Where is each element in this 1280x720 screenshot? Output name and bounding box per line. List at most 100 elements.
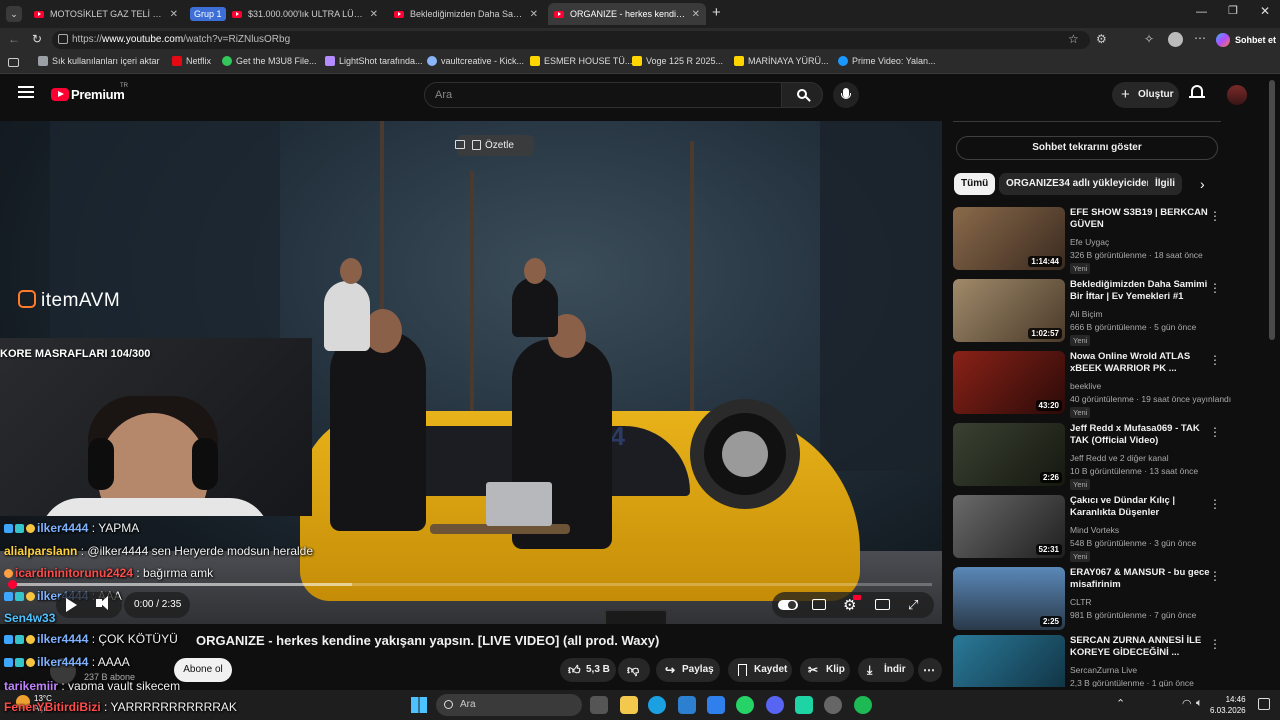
volume-tray-icon[interactable]: 🔈︎ [1196, 697, 1203, 710]
bookmark-marina[interactable]: MARİNAYA YÜRÜ... [734, 56, 829, 66]
tab-list-icon[interactable]: ⌄ [6, 6, 22, 22]
close-window-icon[interactable]: ✕ [1260, 4, 1270, 18]
spotify-icon[interactable] [854, 696, 872, 714]
back-icon[interactable]: ← [8, 32, 20, 46]
more-vert-icon[interactable]: ⋮ [1209, 569, 1221, 583]
collections-icon[interactable]: ✧ [1144, 32, 1154, 46]
bookmark-import[interactable]: Sık kullanılanları içeri aktar [38, 56, 160, 66]
bookmark-netflix[interactable]: Netflix [172, 56, 211, 66]
more-actions-button[interactable]: ⋯ [918, 658, 942, 682]
site-info-icon[interactable] [58, 34, 68, 44]
browser-tab[interactable]: Beklediğimizden Daha Samimi Bir✕ [388, 3, 544, 25]
video-thumbnail[interactable]: 1:14:44 [953, 207, 1065, 270]
page-scrollbar[interactable] [1269, 80, 1275, 340]
file-explorer-icon[interactable] [620, 696, 638, 714]
profile-avatar[interactable] [1168, 32, 1183, 47]
more-vert-icon[interactable]: ⋮ [1209, 281, 1221, 295]
show-chat-replay-button[interactable]: Sohbet tekrarını göster [956, 136, 1218, 160]
autoplay-toggle[interactable] [778, 600, 798, 610]
video-thumbnail[interactable] [953, 635, 1065, 687]
more-vert-icon[interactable]: ⋮ [1209, 637, 1221, 651]
bookmark-prime-video[interactable]: Prime Video: Yalan... [838, 56, 936, 66]
video-thumbnail[interactable]: 1:02:57 [953, 279, 1065, 342]
close-tab-icon[interactable]: ✕ [170, 9, 178, 20]
dislike-button[interactable]: 👎︎ [618, 658, 650, 682]
clip-button[interactable]: ✂ Klip [800, 658, 850, 682]
steam-icon[interactable] [824, 696, 842, 714]
video-thumbnail[interactable]: 2:26 [953, 423, 1065, 486]
recommendation-item[interactable]: 2:26 Jeff Redd x Mufasa069 - TAK TAK (Of… [953, 423, 1223, 490]
url-field[interactable]: https://www.youtube.com/watch?v=RiZNlusO… [52, 31, 1090, 49]
recommendation-item[interactable]: 1:14:44 EFE SHOW S3B19 | BERKCAN GÜVEN E… [953, 207, 1223, 274]
more-vert-icon[interactable]: ⋮ [1209, 425, 1221, 439]
download-button[interactable]: ⤓ İndir [858, 658, 914, 682]
bookmark-kick[interactable]: vaultcreative - Kick... [427, 56, 524, 66]
task-view-icon[interactable] [590, 696, 608, 714]
copilot-button[interactable]: Sohbet et [1216, 32, 1276, 48]
wifi-icon[interactable]: ◠ [1182, 697, 1192, 710]
kick-app-icon[interactable] [795, 696, 813, 714]
recommendation-item[interactable]: 52:31 Çakıcı ve Dündar Kılıç | Karanlıkt… [953, 495, 1223, 562]
video-thumbnail[interactable]: 2:25 [953, 567, 1065, 630]
tray-chevron-icon[interactable]: ⌃ [1116, 697, 1125, 710]
summarize-button[interactable]: Özetle [455, 135, 534, 156]
notifications-bell-icon[interactable] [1189, 85, 1205, 100]
progress-scrubber[interactable] [8, 580, 17, 589]
chip-related[interactable]: İlgili [1148, 173, 1182, 195]
bookmark-m3u8[interactable]: Get the M3U8 File... [222, 56, 317, 66]
play-button-icon[interactable] [66, 598, 77, 612]
more-vert-icon[interactable]: ⋮ [1209, 209, 1221, 223]
like-button[interactable]: 👍︎ 5,3 B [560, 658, 616, 682]
close-tab-icon[interactable]: ✕ [692, 9, 700, 20]
refresh-icon[interactable]: ↻ [32, 32, 42, 46]
system-clock[interactable]: 14:46 6.03.2026 [1210, 694, 1246, 716]
create-button[interactable]: + Oluştur [1112, 82, 1179, 108]
bookmark-lightshot[interactable]: LightShot tarafında... [325, 56, 423, 66]
more-vert-icon[interactable]: ⋮ [1209, 353, 1221, 367]
extensions-icon[interactable]: ⚙ [1096, 32, 1107, 46]
store-icon[interactable] [678, 696, 696, 714]
recommendation-item[interactable]: SERCAN ZURNA ANNESİ İLE KOREYE GİDECEĞİN… [953, 635, 1223, 687]
recommendation-item[interactable]: 43:20 Nowa Online Wrold ATLAS xBEEK WARR… [953, 351, 1231, 418]
close-tab-icon[interactable]: ✕ [370, 9, 378, 20]
video-thumbnail[interactable]: 52:31 [953, 495, 1065, 558]
chevron-right-icon[interactable]: › [1200, 176, 1205, 192]
recommendation-item[interactable]: 1:02:57 Beklediğimizden Daha Samimi Bir … [953, 279, 1223, 346]
browser-tab-active[interactable]: ORGANIZE - herkes kendine yakışa✕ [548, 3, 706, 25]
more-vert-icon[interactable]: ⋮ [1209, 497, 1221, 511]
discord-icon[interactable] [766, 696, 784, 714]
video-progress-bar[interactable] [12, 583, 932, 586]
bookmark-voge[interactable]: Voge 125 R 2025... [632, 56, 723, 66]
menu-icon[interactable] [18, 86, 34, 98]
more-menu-icon[interactable]: ⋯ [1194, 31, 1206, 45]
edge-icon[interactable] [648, 696, 666, 714]
whatsapp-icon[interactable] [736, 696, 754, 714]
subtitles-icon[interactable] [812, 599, 826, 610]
mail-icon[interactable] [707, 696, 725, 714]
chip-all[interactable]: Tümü [954, 173, 996, 195]
close-tab-icon[interactable]: ✕ [530, 9, 538, 20]
search-input[interactable]: Ara [424, 82, 782, 108]
voice-search-button[interactable] [833, 82, 859, 108]
fullscreen-icon[interactable]: ⤢ [908, 597, 918, 613]
favorite-star-icon[interactable]: ☆ [1068, 32, 1079, 46]
miniplayer-icon[interactable] [875, 599, 890, 610]
tab-group-label[interactable]: Grup 1 [190, 7, 226, 21]
browser-tab[interactable]: MOTOSİKLET GAZ TELİ NASIL SIK✕ [28, 3, 184, 25]
new-tab-icon[interactable]: + [712, 4, 721, 21]
minimize-icon[interactable]: — [1196, 6, 1207, 18]
browser-tab[interactable]: $31.000.000'lık ULTRA LÜKS Deniz✕ [226, 3, 384, 25]
taskbar-search-input[interactable]: Ara [436, 694, 582, 716]
chip-uploader[interactable]: ORGANIZE34 adlı yükleyiciden [999, 173, 1160, 195]
search-button[interactable] [781, 82, 823, 108]
save-button[interactable]: Kaydet [728, 658, 792, 682]
maximize-icon[interactable]: ❐ [1228, 4, 1238, 17]
subscribe-button[interactable]: Abone ol [174, 658, 232, 682]
bookmark-esmer-house[interactable]: ESMER HOUSE TÜ... [530, 56, 632, 66]
video-thumbnail[interactable]: 43:20 [953, 351, 1065, 414]
notification-center-icon[interactable] [1258, 698, 1270, 710]
recommendation-item[interactable]: 2:25 ERAY067 & MANSUR - bu gece misafiri… [953, 567, 1223, 631]
share-button[interactable]: ↪ Paylaş [656, 658, 720, 682]
windows-start-icon[interactable] [411, 697, 427, 713]
pip-icon[interactable] [455, 140, 465, 149]
